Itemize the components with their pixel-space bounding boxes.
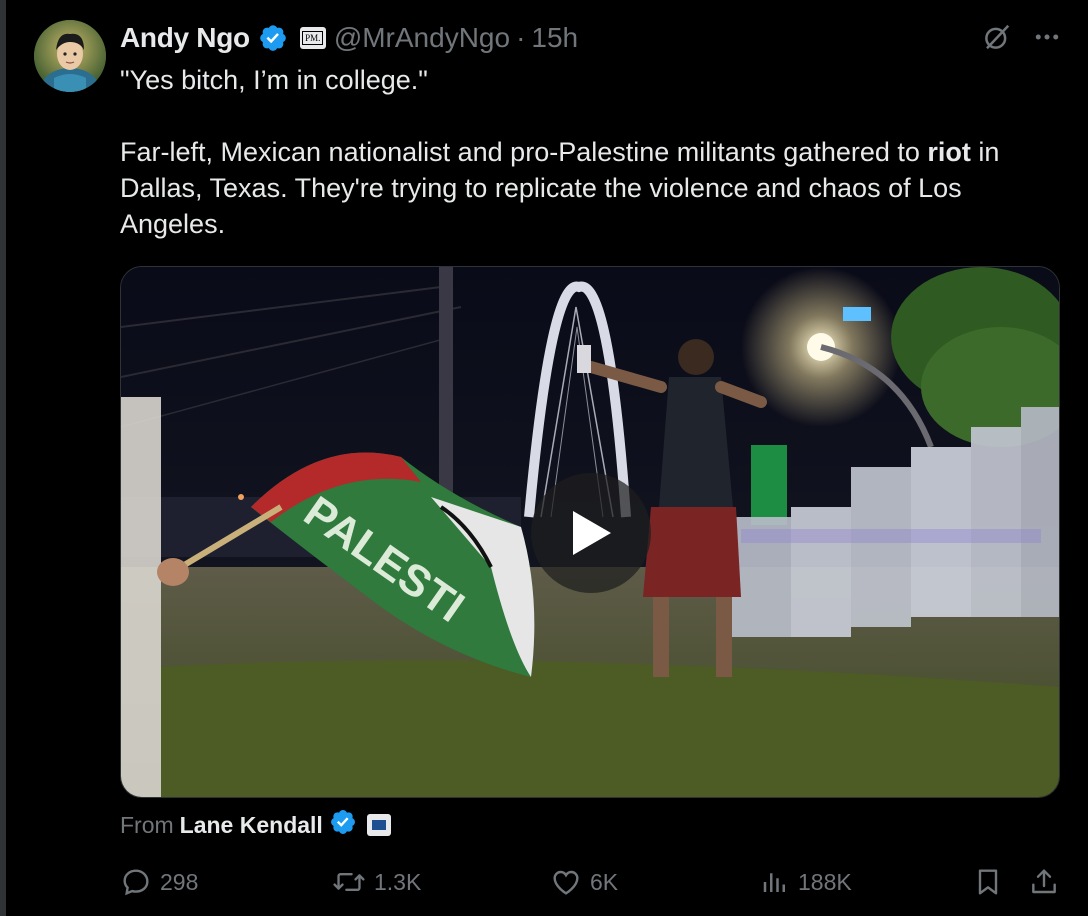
share-icon bbox=[1032, 869, 1056, 894]
grok-icon[interactable] bbox=[982, 22, 1012, 52]
bookmark-button[interactable] bbox=[972, 860, 1004, 904]
view-count: 188K bbox=[798, 868, 852, 895]
reply-count: 298 bbox=[160, 868, 199, 895]
affiliate-badge[interactable]: PM. bbox=[299, 27, 326, 49]
tweet-text: "Yes bitch, I’m in college." Far-left, M… bbox=[120, 62, 1060, 242]
like-icon bbox=[553, 870, 579, 895]
bookmark-icon bbox=[978, 869, 998, 895]
tweet-header: Andy Ngo PM. @MrAndyNgo · 15h bbox=[120, 18, 578, 58]
verified-badge-icon[interactable] bbox=[258, 23, 288, 53]
attribution-from-label: From bbox=[120, 811, 174, 838]
attribution-affiliate-badge[interactable] bbox=[366, 814, 391, 836]
tweet-paragraph-2-part1: Far-left, Mexican nationalist and pro-Pa… bbox=[120, 137, 928, 167]
tweet-top-actions bbox=[982, 22, 1062, 52]
play-button[interactable] bbox=[531, 473, 651, 593]
play-icon bbox=[573, 511, 611, 555]
tweet-paragraph-2: Far-left, Mexican nationalist and pro-Pa… bbox=[120, 134, 1060, 242]
repost-icon bbox=[333, 872, 365, 892]
like-count: 6K bbox=[590, 868, 619, 895]
repost-button[interactable]: 1.3K bbox=[332, 860, 421, 904]
reply-icon bbox=[123, 869, 149, 896]
author-handle[interactable]: @MrAndyNgo bbox=[334, 22, 510, 54]
views-button[interactable]: 188K bbox=[760, 860, 852, 904]
views-icon bbox=[763, 873, 785, 892]
more-icon[interactable] bbox=[1032, 22, 1062, 52]
timestamp[interactable]: 15h bbox=[531, 22, 578, 54]
affiliate-badge-label: PM. bbox=[302, 31, 324, 45]
attribution-source-name[interactable]: Lane Kendall bbox=[180, 812, 323, 839]
tweet-action-bar: 298 1.3K 6K 188K bbox=[120, 860, 1070, 904]
like-button[interactable]: 6K bbox=[550, 860, 618, 904]
tweet-line-1: "Yes bitch, I’m in college." bbox=[120, 65, 428, 95]
reply-button[interactable]: 298 bbox=[120, 860, 198, 904]
avatar[interactable] bbox=[34, 20, 106, 92]
share-button[interactable] bbox=[1028, 860, 1060, 904]
tweet[interactable]: Andy Ngo PM. @MrAndyNgo · 15h "Yes bitch… bbox=[6, 0, 1088, 916]
video-player[interactable]: PALESTI bbox=[120, 266, 1060, 798]
repost-count: 1.3K bbox=[374, 868, 422, 895]
video-attribution: From Lane Kendall bbox=[120, 808, 391, 842]
attribution-verified-icon bbox=[329, 808, 357, 842]
tweet-bold-word: riot bbox=[927, 137, 971, 167]
author-name[interactable]: Andy Ngo bbox=[120, 22, 250, 54]
separator: · bbox=[516, 22, 526, 53]
